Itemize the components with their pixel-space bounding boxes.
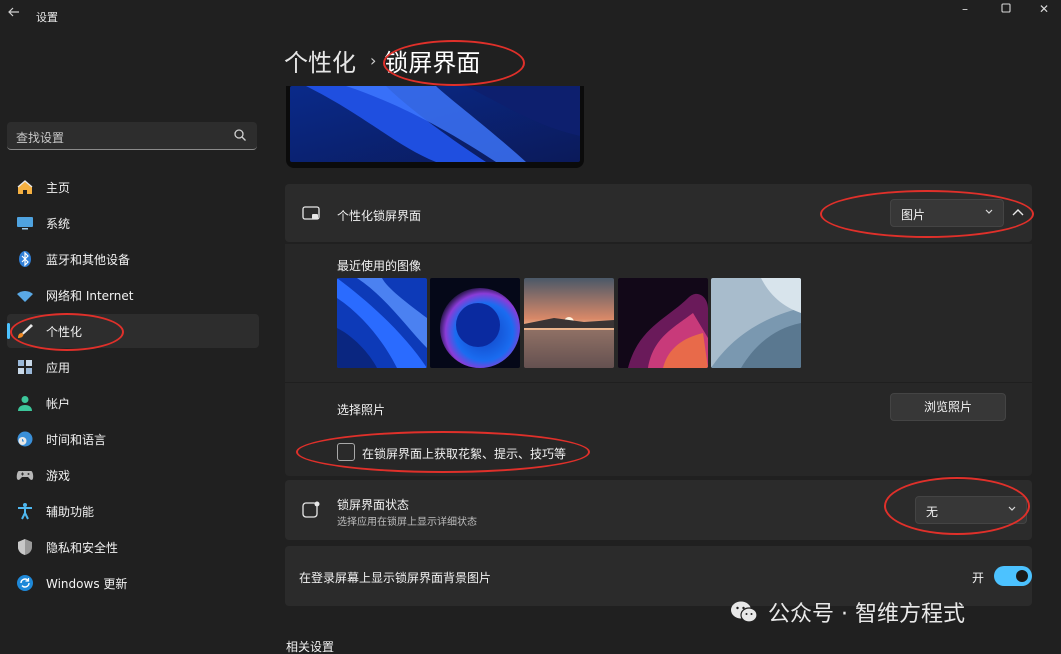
sidebar-item-label: 游戏 <box>46 468 71 483</box>
signin-background-label: 在登录屏幕上显示锁屏界面背景图片 <box>299 571 492 585</box>
toggle-state-label: 开 <box>972 571 985 585</box>
title-bar: 设置 – ✕ <box>0 0 1061 32</box>
sidebar-item-accounts[interactable]: 帐户 <box>7 386 259 420</box>
sidebar-item-bluetooth[interactable]: 蓝牙和其他设备 <box>7 242 259 276</box>
sidebar-item-system[interactable]: 系统 <box>7 206 259 240</box>
related-settings-heading: 相关设置 <box>286 640 335 654</box>
arrow-left-icon <box>8 7 19 17</box>
sidebar-item-label: 个性化 <box>46 324 83 339</box>
brush-icon <box>18 324 33 338</box>
light-bloom-wallpaper <box>711 278 801 368</box>
wifi-icon <box>17 291 33 302</box>
active-indicator <box>7 323 10 339</box>
lockscreen-status-label: 锁屏界面状态 <box>337 498 410 512</box>
bloom-blue-wallpaper <box>337 278 427 368</box>
browse-photos-button[interactable]: 浏览照片 <box>890 393 1006 421</box>
sunset-lake-wallpaper <box>524 278 614 368</box>
search-input[interactable]: 查找设置 <box>7 122 257 150</box>
page-title: 锁屏界面 <box>384 49 481 77</box>
sidebar-item-home[interactable]: 主页 <box>7 170 259 204</box>
search-icon <box>234 129 246 141</box>
update-icon <box>17 575 33 591</box>
gamepad-icon <box>16 471 34 480</box>
accessibility-icon <box>18 503 32 520</box>
recent-image-1[interactable] <box>337 278 427 368</box>
lockscreen-preview <box>286 86 584 168</box>
lockscreen-status-row: 锁屏界面状态 选择应用在锁屏上显示详细状态 无 <box>285 480 1032 540</box>
dropdown-value: 图片 <box>901 208 926 222</box>
sidebar-item-windows-update[interactable]: Windows 更新 <box>7 566 259 600</box>
breadcrumb-separator: › <box>370 51 377 70</box>
sidebar-item-accessibility[interactable]: 辅助功能 <box>7 494 259 528</box>
watermark: 公众号 · 智维方程式 <box>730 596 965 628</box>
breadcrumb: 个性化 › 锁屏界面 <box>284 43 480 78</box>
sidebar-item-label: 辅助功能 <box>46 504 95 519</box>
lockscreen-status-dropdown[interactable]: 无 <box>915 496 1027 524</box>
wechat-icon <box>731 601 758 623</box>
chevron-up-icon[interactable] <box>1004 199 1032 227</box>
sidebar-item-privacy[interactable]: 隐私和安全性 <box>7 530 259 564</box>
sidebar-item-apps[interactable]: 应用 <box>7 350 259 384</box>
chevron-down-icon <box>1008 506 1016 511</box>
divider <box>285 382 1032 383</box>
personalize-lockscreen-row[interactable]: 个性化锁屏界面 图片 <box>285 184 1032 242</box>
toggle-knob <box>1016 570 1028 582</box>
apps-icon <box>18 360 32 374</box>
sidebar-item-gaming[interactable]: 游戏 <box>7 458 259 492</box>
status-icon <box>302 501 320 518</box>
close-button[interactable]: ✕ <box>1024 0 1061 18</box>
lockscreen-status-description: 选择应用在锁屏上显示详细状态 <box>337 517 477 528</box>
recent-image-2[interactable] <box>430 278 520 368</box>
chevron-down-icon <box>985 209 993 214</box>
preview-wallpaper <box>290 86 580 162</box>
signin-background-toggle[interactable] <box>994 566 1032 586</box>
maximize-button[interactable] <box>986 0 1026 18</box>
blue-orb-wallpaper <box>430 278 520 368</box>
tips-checkbox-label[interactable]: 在锁屏界面上获取花絮、提示、技巧等 <box>362 445 566 462</box>
monitor-icon <box>17 217 33 230</box>
sidebar-item-label: 时间和语言 <box>46 432 107 447</box>
watermark-text: 公众号 · 智维方程式 <box>768 602 965 627</box>
sidebar-item-label: 应用 <box>46 360 71 375</box>
sidebar-item-personalization[interactable]: 个性化 <box>7 314 259 348</box>
sidebar-item-network[interactable]: 网络和 Internet <box>7 278 259 312</box>
app-title: 设置 <box>36 11 58 24</box>
shield-icon <box>18 539 32 555</box>
recent-image-5[interactable] <box>711 278 801 368</box>
search-placeholder: 查找设置 <box>16 131 65 145</box>
personalize-lockscreen-label: 个性化锁屏界面 <box>337 209 422 223</box>
breadcrumb-parent[interactable]: 个性化 <box>284 43 356 78</box>
bluetooth-icon <box>19 251 31 267</box>
sidebar-item-time-language[interactable]: 时间和语言 <box>7 422 259 456</box>
person-icon <box>18 396 32 411</box>
dropdown-value: 无 <box>926 505 939 519</box>
sidebar-item-label: Windows 更新 <box>46 576 128 591</box>
recent-images-label: 最近使用的图像 <box>337 259 422 273</box>
clock-globe-icon <box>17 431 33 447</box>
recent-image-3[interactable] <box>524 278 614 368</box>
home-icon <box>17 180 33 194</box>
lockscreen-icon <box>302 206 320 220</box>
sidebar-item-label: 隐私和安全性 <box>46 540 119 555</box>
tips-checkbox[interactable] <box>337 443 355 461</box>
recent-image-4[interactable] <box>618 278 708 368</box>
back-button[interactable] <box>4 5 24 25</box>
sidebar-item-label: 系统 <box>46 216 71 231</box>
sidebar-item-label: 主页 <box>46 180 71 195</box>
sidebar-nav: 主页 系统 蓝牙和其他设备 网络和 Internet 个性化 应用 帐户 时间和… <box>7 170 259 602</box>
choose-photo-label: 选择照片 <box>337 403 386 417</box>
maximize-icon <box>1001 3 1011 13</box>
lockscreen-type-dropdown[interactable]: 图片 <box>890 199 1004 227</box>
sidebar-item-label: 网络和 Internet <box>46 288 134 303</box>
minimize-button[interactable]: – <box>945 0 985 18</box>
sidebar-item-label: 帐户 <box>46 396 71 411</box>
sidebar-item-label: 蓝牙和其他设备 <box>46 252 131 267</box>
purple-swirl-wallpaper <box>618 278 708 368</box>
